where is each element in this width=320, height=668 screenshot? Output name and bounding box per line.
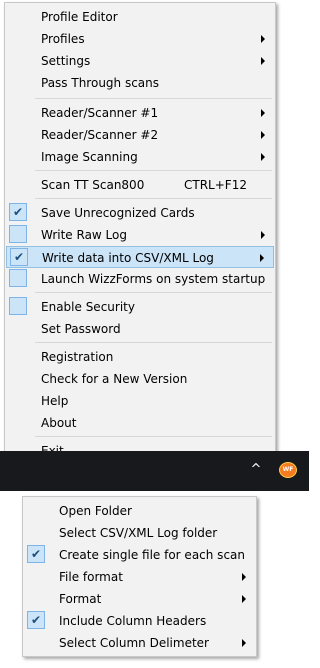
menu-item-label: Enable Security — [41, 300, 135, 314]
submenu-arrow-icon — [260, 254, 264, 262]
tray-context-menu: Profile Editor Profiles Settings Pass Th… — [4, 2, 276, 462]
menu-item-label: Include Column Headers — [59, 614, 207, 628]
wizzforms-tray-icon[interactable]: WF — [279, 462, 297, 478]
menu-item-label: File format — [59, 570, 123, 584]
menu-item-label: Open Folder — [59, 504, 132, 518]
menu-item-reader-scanner-1[interactable]: Reader/Scanner #1 — [6, 102, 274, 124]
menu-item-label: Write data into CSV/XML Log — [42, 251, 214, 265]
submenu-arrow-icon — [242, 573, 246, 581]
menu-item-label: Reader/Scanner #1 — [41, 106, 159, 120]
menu-item-set-password[interactable]: Set Password — [6, 318, 274, 340]
submenu-arrow-icon — [261, 35, 265, 43]
menu-item-profiles[interactable]: Profiles — [6, 28, 274, 50]
menu-item-reader-scanner-2[interactable]: Reader/Scanner #2 — [6, 124, 274, 146]
menu-item-enable-security[interactable]: Enable Security — [6, 296, 274, 318]
menu-item-label: Save Unrecognized Cards — [41, 206, 195, 220]
menu-item-label: Scan TT Scan800 — [41, 178, 145, 192]
menu-item-help[interactable]: Help — [6, 390, 274, 412]
menu-separator — [35, 436, 272, 437]
menu-item-label: Help — [41, 394, 69, 408]
menu-item-label: Image Scanning — [41, 150, 138, 164]
menu-separator — [35, 198, 272, 199]
submenu-arrow-icon — [261, 109, 265, 117]
checkbox-icon — [9, 269, 27, 287]
checkmark-icon: ✔ — [27, 611, 45, 629]
submenu-item-open-folder[interactable]: Open Folder — [24, 500, 255, 522]
checkmark-icon: ✔ — [27, 545, 45, 563]
menu-separator — [35, 98, 272, 99]
submenu-arrow-icon — [242, 639, 246, 647]
menu-item-label: Launch WizzForms on system startup — [41, 272, 266, 286]
submenu-item-include-column-headers[interactable]: ✔ Include Column Headers — [24, 610, 255, 632]
checkmark-icon: ✔ — [10, 248, 28, 266]
menu-item-registration[interactable]: Registration — [6, 346, 274, 368]
show-hidden-icons-chevron-icon[interactable]: ^ — [248, 462, 264, 478]
submenu-item-create-single-file[interactable]: ✔ Create single file for each scan — [24, 544, 255, 566]
menu-item-label: Select CSV/XML Log folder — [59, 526, 218, 540]
menu-item-check-new-version[interactable]: Check for a New Version — [6, 368, 274, 390]
submenu-item-select-column-delimeter[interactable]: Select Column Delimeter — [24, 632, 255, 654]
submenu-item-format[interactable]: Format — [24, 588, 255, 610]
menu-item-label: Format — [59, 592, 102, 606]
menu-item-image-scanning[interactable]: Image Scanning — [6, 146, 274, 168]
csv-xml-log-submenu: Open Folder Select CSV/XML Log folder ✔ … — [22, 496, 257, 657]
menu-item-label: Create single file for each scan — [59, 548, 245, 562]
submenu-item-select-log-folder[interactable]: Select CSV/XML Log folder — [24, 522, 255, 544]
menu-item-save-unrecognized-cards[interactable]: ✔ Save Unrecognized Cards — [6, 202, 274, 224]
menu-item-write-data-csv-xml-log[interactable]: ✔ Write data into CSV/XML Log — [6, 246, 274, 268]
menu-item-settings[interactable]: Settings — [6, 50, 274, 72]
menu-item-label: About — [41, 416, 77, 430]
menu-item-launch-wizzforms[interactable]: Launch WizzForms on system startup — [6, 268, 274, 290]
menu-item-profile-editor[interactable]: Profile Editor — [6, 6, 274, 28]
submenu-arrow-icon — [261, 231, 265, 239]
menu-item-label: Select Column Delimeter — [59, 636, 209, 650]
menu-separator — [35, 170, 272, 171]
menu-separator — [35, 342, 272, 343]
submenu-arrow-icon — [261, 153, 265, 161]
menu-item-label: Pass Through scans — [41, 76, 160, 90]
submenu-arrow-icon — [261, 131, 265, 139]
menu-item-label: Settings — [41, 54, 91, 68]
menu-item-label: Set Password — [41, 322, 121, 336]
submenu-arrow-icon — [242, 595, 246, 603]
checkbox-icon — [9, 297, 27, 315]
checkmark-icon: ✔ — [9, 203, 27, 221]
submenu-item-file-format[interactable]: File format — [24, 566, 255, 588]
menu-item-write-raw-log[interactable]: Write Raw Log — [6, 224, 274, 246]
submenu-arrow-icon — [261, 57, 265, 65]
menu-item-label: Profile Editor — [41, 10, 118, 24]
menu-item-label: Check for a New Version — [41, 372, 188, 386]
menu-item-label: Reader/Scanner #2 — [41, 128, 159, 142]
menu-item-label: Registration — [41, 350, 114, 364]
checkbox-icon — [9, 225, 27, 243]
shortcut-label: CTRL+F12 — [184, 178, 247, 192]
menu-item-label: Profiles — [41, 32, 85, 46]
menu-item-label: Write Raw Log — [41, 228, 127, 242]
menu-item-pass-through-scans[interactable]: Pass Through scans — [6, 72, 274, 94]
menu-separator — [35, 292, 272, 293]
menu-item-scan-tt-scan800[interactable]: Scan TT Scan800 CTRL+F12 — [6, 174, 274, 196]
menu-item-about[interactable]: About — [6, 412, 274, 434]
